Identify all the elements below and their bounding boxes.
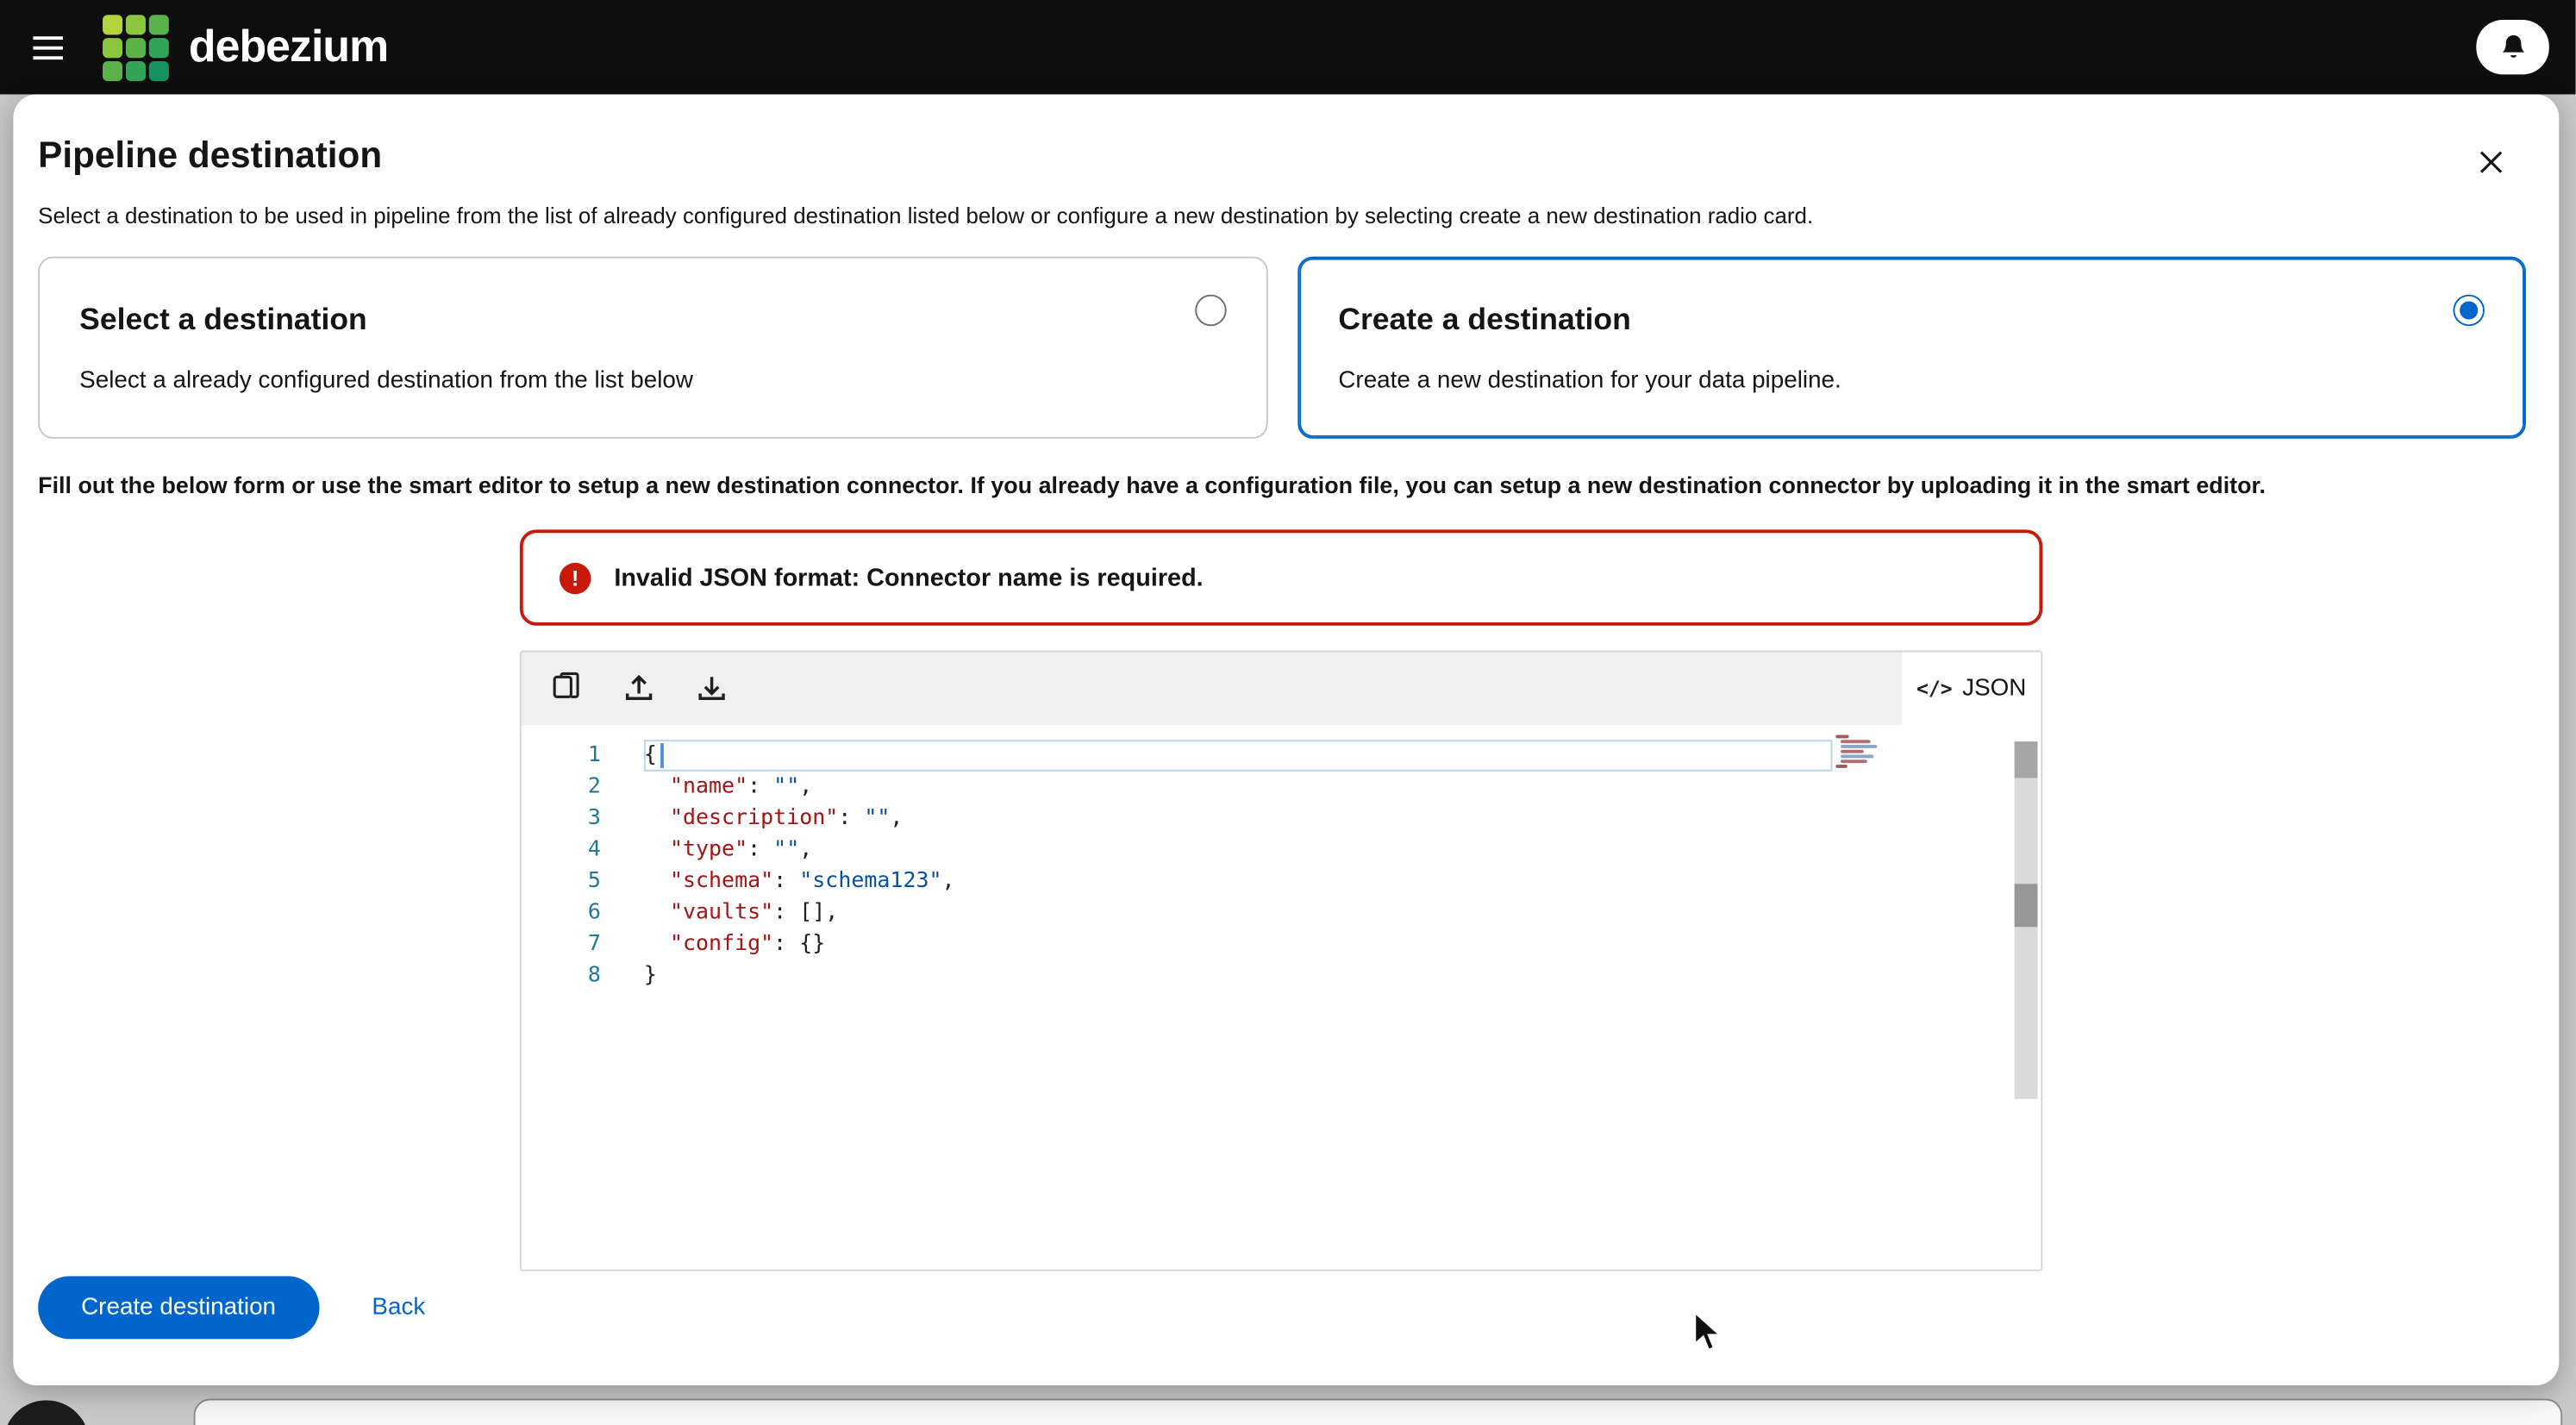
code-text: { bbox=[644, 743, 657, 768]
hamburger-menu-icon[interactable] bbox=[27, 26, 70, 69]
create-destination-button[interactable]: Create destination bbox=[38, 1276, 319, 1339]
modal-footer: Create destination Back bbox=[38, 1274, 425, 1341]
copy-icon bbox=[549, 672, 582, 705]
download-button[interactable] bbox=[691, 667, 734, 710]
text-cursor bbox=[660, 743, 664, 768]
minimap bbox=[1835, 734, 1885, 774]
line-number: 3 bbox=[522, 806, 601, 831]
error-alert-text: Invalid JSON format: Connector name is r… bbox=[614, 564, 1203, 592]
destination-option-cards: Select a destination Select a already co… bbox=[38, 257, 2526, 439]
line-number: 5 bbox=[522, 869, 601, 894]
code-line[interactable]: 2 "name": "", bbox=[522, 772, 2041, 803]
form-instruction: Fill out the below form or use the smart… bbox=[38, 472, 2521, 498]
error-icon bbox=[560, 562, 591, 593]
back-link[interactable]: Back bbox=[372, 1294, 425, 1321]
tab-json-label: JSON bbox=[1962, 675, 2026, 702]
code-text: "name": "", bbox=[644, 775, 812, 800]
brand-name: debezium bbox=[189, 22, 388, 73]
code-line[interactable]: 7 "config": {} bbox=[522, 928, 2041, 959]
current-line-highlight bbox=[644, 740, 1833, 771]
card-subtitle: Select a already configured destination … bbox=[79, 367, 693, 394]
bell-icon bbox=[2498, 33, 2527, 61]
code-text: "vaults": [], bbox=[644, 900, 838, 925]
tab-json[interactable]: </> JSON bbox=[1902, 652, 2041, 724]
background-page-edge bbox=[194, 1398, 2563, 1425]
upload-icon bbox=[622, 672, 655, 705]
top-bar: debezium bbox=[0, 0, 2576, 94]
code-line[interactable]: 1{ bbox=[522, 740, 2041, 771]
code-line[interactable]: 3 "description": "", bbox=[522, 803, 2041, 834]
code-line[interactable]: 4 "type": "", bbox=[522, 834, 2041, 866]
code-text: "description": "", bbox=[644, 806, 903, 831]
page-title: Pipeline destination bbox=[38, 134, 382, 178]
copy-button[interactable] bbox=[545, 667, 588, 710]
create-destination-radio[interactable] bbox=[2453, 295, 2484, 326]
screen: debezium Pipeline destination Select a d… bbox=[0, 0, 2576, 1425]
line-number: 8 bbox=[522, 963, 601, 988]
json-editor: </> JSON 1{2 "name": "",3 "description":… bbox=[520, 651, 2042, 1272]
brand[interactable]: debezium bbox=[103, 14, 388, 80]
code-line[interactable]: 6 "vaults": [], bbox=[522, 897, 2041, 928]
line-number: 2 bbox=[522, 775, 601, 800]
close-button[interactable] bbox=[2473, 144, 2509, 180]
code-text: } bbox=[644, 963, 657, 988]
background-dark-circle bbox=[3, 1400, 90, 1425]
card-select-destination[interactable]: Select a destination Select a already co… bbox=[38, 257, 1267, 439]
code-text: "config": {} bbox=[644, 932, 825, 957]
debezium-logo bbox=[103, 14, 169, 80]
card-title: Create a destination bbox=[1338, 301, 1631, 337]
code-icon: </> bbox=[1916, 677, 1953, 700]
card-create-destination[interactable]: Create a destination Create a new destin… bbox=[1297, 257, 2526, 439]
error-alert: Invalid JSON format: Connector name is r… bbox=[520, 529, 2042, 625]
code-area[interactable]: 1{2 "name": "",3 "description": "",4 "ty… bbox=[522, 725, 2041, 1270]
scrollbar-thumb[interactable] bbox=[2015, 741, 2038, 778]
code-line[interactable]: 5 "schema": "schema123", bbox=[522, 866, 2041, 897]
line-number: 7 bbox=[522, 932, 601, 957]
editor-scrollbar[interactable] bbox=[2015, 741, 2038, 1099]
editor-toolbar: </> JSON bbox=[522, 652, 2041, 724]
card-subtitle: Create a new destination for your data p… bbox=[1338, 367, 1841, 394]
overview-mark bbox=[2015, 884, 2038, 927]
code-text: "type": "", bbox=[644, 838, 812, 863]
page-description: Select a destination to be used in pipel… bbox=[38, 203, 1813, 228]
line-number: 6 bbox=[522, 900, 601, 925]
line-number: 1 bbox=[522, 743, 601, 768]
code-lines: 1{2 "name": "",3 "description": "",4 "ty… bbox=[522, 740, 2041, 991]
download-icon bbox=[695, 672, 728, 705]
mouse-cursor bbox=[1691, 1311, 1724, 1354]
select-destination-radio[interactable] bbox=[1194, 295, 1225, 326]
code-text: "schema": "schema123", bbox=[644, 869, 955, 894]
card-title: Select a destination bbox=[79, 301, 367, 337]
upload-button[interactable] bbox=[617, 667, 660, 710]
close-icon bbox=[2478, 149, 2504, 176]
code-line[interactable]: 8} bbox=[522, 960, 2041, 991]
notifications-button[interactable] bbox=[2476, 20, 2548, 74]
line-number: 4 bbox=[522, 838, 601, 863]
pipeline-destination-modal: Pipeline destination Select a destinatio… bbox=[13, 94, 2559, 1385]
